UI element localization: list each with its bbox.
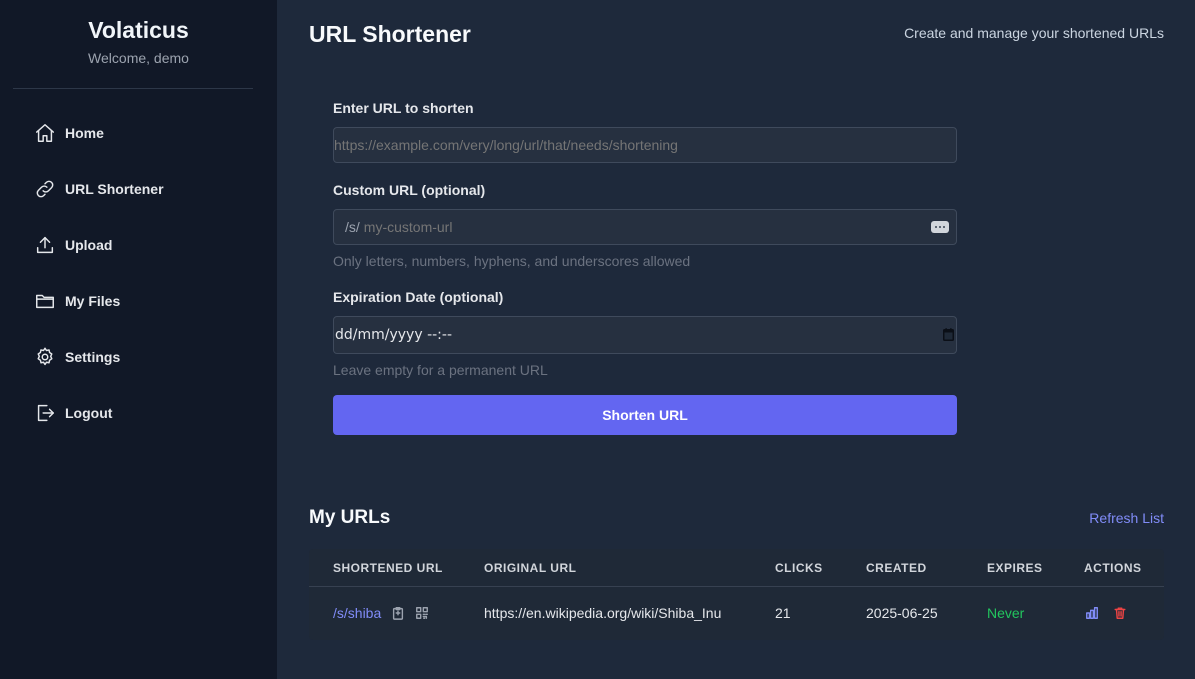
sidebar-item-label: Settings xyxy=(65,349,121,365)
expiry-value: dd/mm/yyyy --:-- xyxy=(335,327,452,343)
expiry-field-group: Expiration Date (optional) dd/mm/yyyy --… xyxy=(333,289,957,378)
upload-icon xyxy=(34,234,56,256)
sidebar-divider xyxy=(13,88,253,89)
custom-url-input-box: /s/ xyxy=(333,209,957,245)
delete-icon[interactable] xyxy=(1113,606,1127,620)
page-title: URL Shortener xyxy=(309,21,471,47)
my-urls-title: My URLs xyxy=(309,507,391,528)
sidebar-item-label: URL Shortener xyxy=(65,181,164,197)
sidebar-item-label: Logout xyxy=(65,405,113,421)
column-header: CLICKS xyxy=(775,561,823,575)
shorten-url-button[interactable]: Shorten URL xyxy=(333,395,957,435)
url-input-box xyxy=(333,127,957,163)
calendar-icon[interactable] xyxy=(943,328,954,341)
expiry-hint: Leave empty for a permanent URL xyxy=(333,362,548,378)
url-label: Enter URL to shorten xyxy=(333,100,474,116)
column-header: SHORTENED URL xyxy=(333,561,443,575)
column-header: CREATED xyxy=(866,561,927,575)
home-icon xyxy=(34,122,56,144)
expires-value: Never xyxy=(987,605,1025,621)
original-url: https://en.wikipedia.org/wiki/Shiba_Inu xyxy=(484,605,722,621)
sidebar-item-logout[interactable]: Logout xyxy=(0,390,277,436)
brand: Volaticus Welcome, demo xyxy=(0,0,277,66)
column-header: EXPIRES xyxy=(987,561,1043,575)
table-header: SHORTENED URL ORIGINAL URL CLICKS CREATE… xyxy=(309,549,1164,587)
expiry-input[interactable]: dd/mm/yyyy --:-- xyxy=(333,316,957,354)
custom-field-group: Custom URL (optional) /s/ Only letters, … xyxy=(333,182,957,269)
sidebar-item-home[interactable]: Home xyxy=(0,110,277,156)
sidebar-item-label: My Files xyxy=(65,293,121,309)
url-field-group: Enter URL to shorten xyxy=(333,100,957,163)
column-header: ORIGINAL URL xyxy=(484,561,577,575)
page-subtitle: Create and manage your shortened URLs xyxy=(904,25,1164,41)
sidebar-item-settings[interactable]: Settings xyxy=(0,334,277,380)
sidebar-item-my-files[interactable]: My Files xyxy=(0,278,277,324)
expiry-label: Expiration Date (optional) xyxy=(333,289,504,305)
sidebar-item-url-shortener[interactable]: URL Shortener xyxy=(0,166,277,212)
clicks-count: 21 xyxy=(775,605,791,621)
stats-icon[interactable] xyxy=(1085,606,1099,620)
urls-table: SHORTENED URL ORIGINAL URL CLICKS CREATE… xyxy=(309,549,1164,640)
app-title: Volaticus xyxy=(88,17,189,43)
url-input[interactable] xyxy=(334,128,956,162)
gear-icon xyxy=(34,346,56,368)
custom-url-hint: Only letters, numbers, hyphens, and unde… xyxy=(333,253,691,269)
sidebar-item-label: Home xyxy=(65,125,104,141)
sidebar-item-upload[interactable]: Upload xyxy=(0,222,277,268)
refresh-list-link[interactable]: Refresh List xyxy=(1089,510,1164,526)
sidebar-item-label: Upload xyxy=(65,237,113,253)
custom-url-input[interactable] xyxy=(363,210,956,244)
welcome-text: Welcome, demo xyxy=(88,50,189,66)
copy-icon[interactable] xyxy=(391,606,405,620)
table-row: /s/shiba https://en.wikipedia.org/wiki/S… xyxy=(309,587,1164,639)
custom-url-prefix: /s/ xyxy=(345,219,360,235)
created-date: 2025-06-25 xyxy=(866,605,938,621)
custom-url-label: Custom URL (optional) xyxy=(333,182,486,198)
shorten-form: Enter URL to shorten Custom URL (optiona… xyxy=(333,100,957,435)
sidebar-nav: Home URL Shortener Upload My Files Setti… xyxy=(0,110,277,446)
column-header: ACTIONS xyxy=(1084,561,1142,575)
short-url-link[interactable]: /s/shiba xyxy=(333,605,381,621)
password-manager-icon[interactable] xyxy=(931,221,949,233)
sidebar: Volaticus Welcome, demo Home URL Shorten… xyxy=(0,0,277,679)
logout-icon xyxy=(34,402,56,424)
main-content: URL Shortener Create and manage your sho… xyxy=(277,0,1195,679)
qr-code-icon[interactable] xyxy=(415,606,429,620)
link-icon xyxy=(34,178,56,200)
folder-icon xyxy=(34,290,56,312)
